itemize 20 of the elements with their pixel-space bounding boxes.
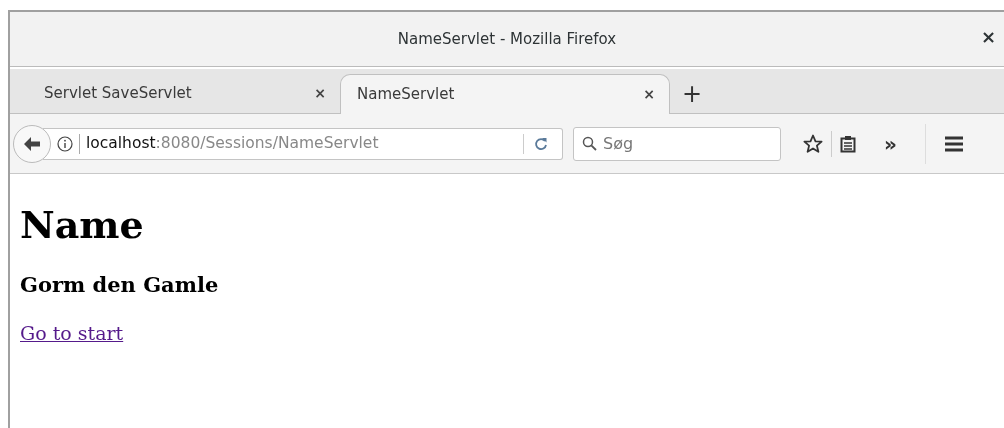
search-box[interactable]: Søg [573, 126, 781, 161]
close-button[interactable]: × [978, 28, 998, 46]
name-text: Gorm den Gamle [20, 271, 220, 297]
page-heading: Name [20, 202, 145, 248]
url-host: localhost [86, 132, 156, 154]
info-icon[interactable] [57, 135, 73, 152]
browser-tab[interactable]: Servlet SaveServlet × [10, 73, 340, 113]
browser-tab[interactable]: NameServlet × [340, 74, 670, 114]
overflow-button[interactable]: » [878, 127, 903, 160]
new-tab-button[interactable]: + [676, 81, 709, 107]
reload-icon[interactable] [534, 136, 548, 151]
tab-close-button[interactable]: × [643, 84, 655, 105]
start-link[interactable]: Go to start [20, 321, 124, 344]
address-bar[interactable]: localhost:8080/Sessions/NameServlet [43, 127, 563, 160]
back-arrow-icon [23, 135, 41, 152]
search-icon [582, 136, 597, 151]
url-path: :8080/Sessions/NameServlet [155, 132, 379, 154]
tab-close-button[interactable]: × [314, 82, 326, 104]
window-title: NameServlet - Mozilla Firefox [397, 28, 617, 50]
back-button[interactable] [13, 124, 51, 163]
